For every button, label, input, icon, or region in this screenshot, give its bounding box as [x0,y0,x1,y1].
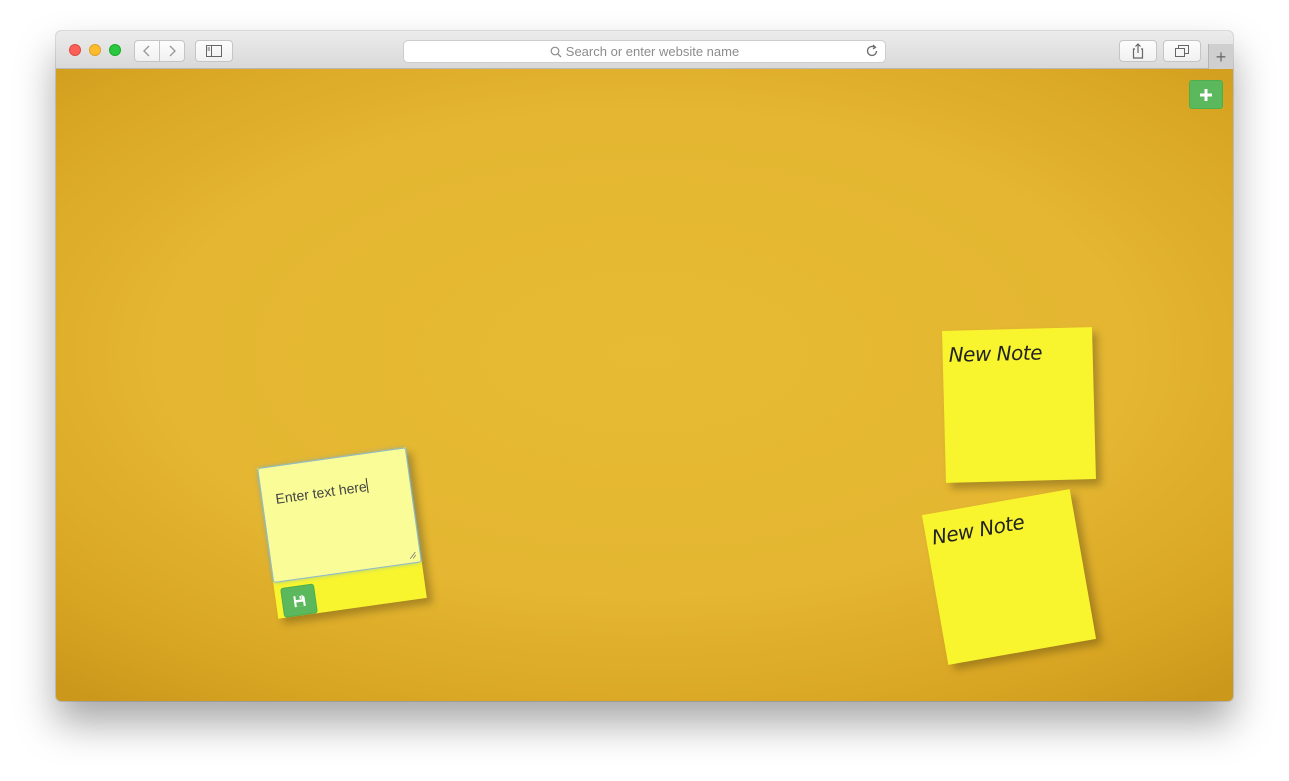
chevron-left-icon [143,45,150,57]
sticky-note[interactable]: New Note [942,327,1096,483]
close-window-button[interactable] [69,44,81,56]
minimize-window-button[interactable] [89,44,101,56]
chevron-right-icon [169,45,176,57]
sidebar-icon [206,45,222,57]
share-button[interactable] [1119,40,1157,62]
sticky-note[interactable]: New Note [921,489,1097,665]
note-title: New Note [929,509,1027,550]
back-button[interactable] [134,40,160,62]
maximize-window-button[interactable] [109,44,121,56]
browser-window: Search or enter website name + New Note … [56,31,1233,701]
tabs-icon [1175,45,1189,57]
notes-board: New Note New Note Enter text here [56,69,1233,701]
note-text-input[interactable]: Enter text here [257,447,422,584]
new-tab-button[interactable]: + [1208,44,1233,69]
address-placeholder: Search or enter website name [404,44,885,59]
plus-icon [1200,88,1212,101]
tab-overview-button[interactable] [1163,40,1201,62]
resize-grip-icon[interactable] [408,551,417,560]
add-note-button[interactable] [1189,80,1223,109]
browser-toolbar: Search or enter website name + [56,31,1233,69]
share-icon [1132,43,1144,59]
floppy-disk-icon [292,594,306,607]
forward-button[interactable] [159,40,185,62]
note-text-value: Enter text here [274,478,368,507]
note-title: New Note [948,340,1043,367]
search-icon [550,46,562,58]
address-placeholder-text: Search or enter website name [565,44,740,59]
sticky-note-editing: Enter text here [257,447,427,619]
address-bar[interactable]: Search or enter website name [403,40,886,63]
save-note-button[interactable] [280,583,318,618]
sidebar-toggle-button[interactable] [195,40,233,62]
reload-icon[interactable] [865,44,879,58]
